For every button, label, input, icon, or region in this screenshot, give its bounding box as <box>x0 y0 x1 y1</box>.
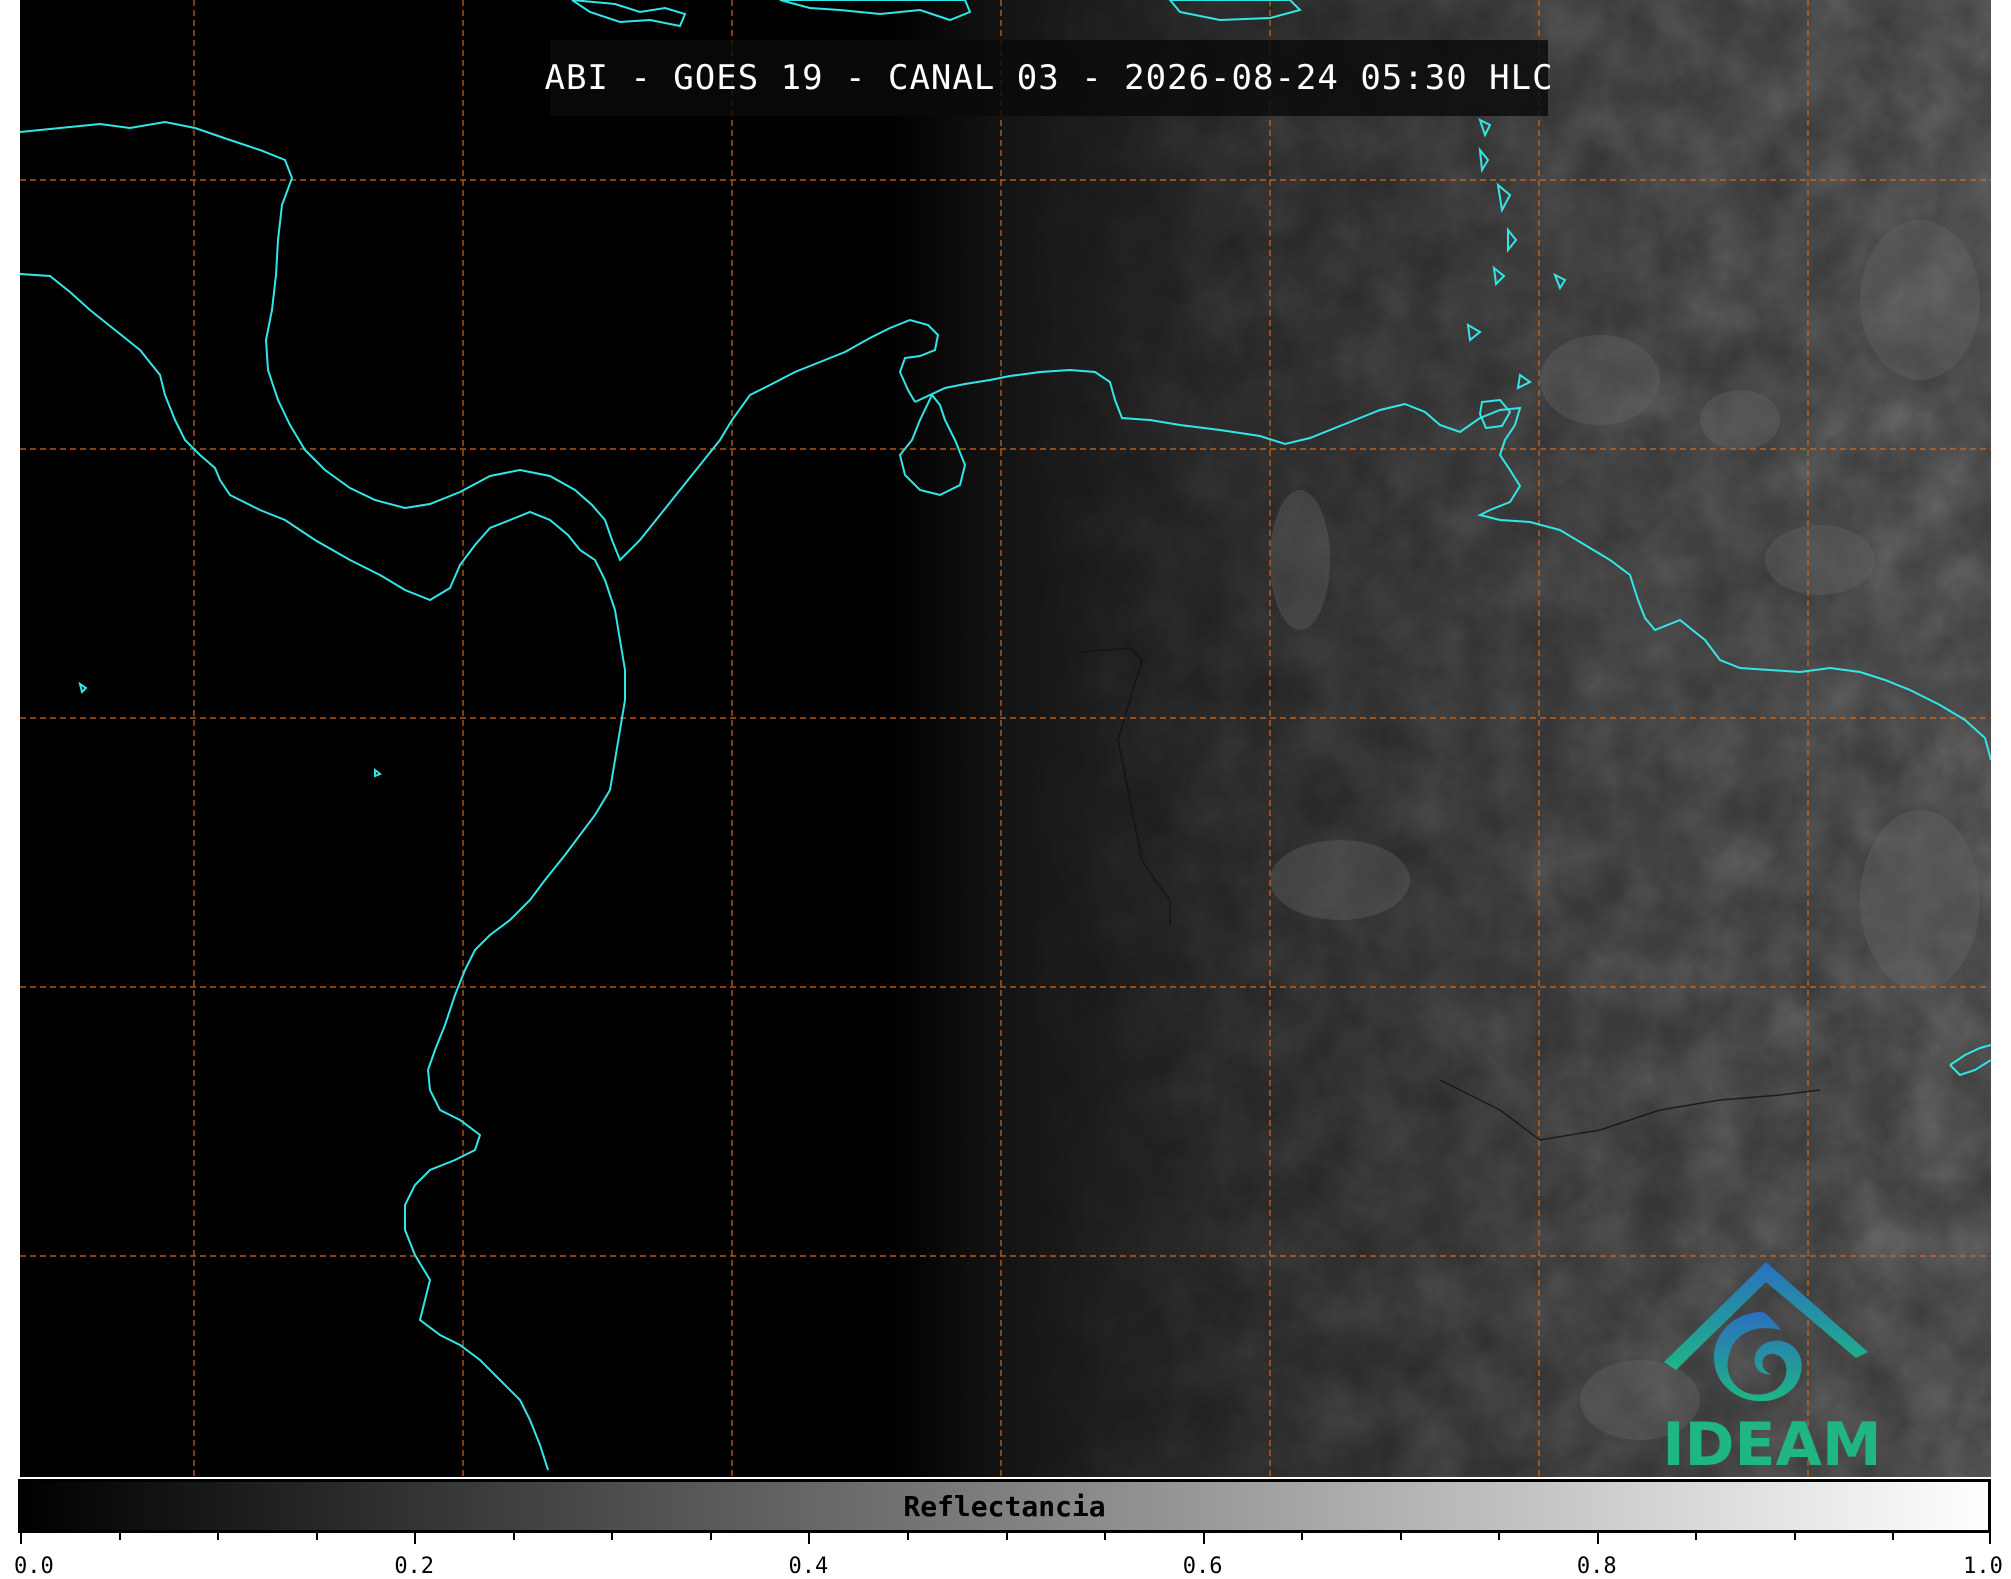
colorbar-ticks: 0.0 0.2 0.4 0.6 0.8 1.0 <box>14 1532 2003 1579</box>
colorbar-minor-tick <box>217 1532 220 1540</box>
colorbar-tick-label: 0.8 <box>1576 1554 1617 1579</box>
colorbar-tick-label: 1.0 <box>1963 1554 2003 1579</box>
colorbar-label: Reflectancia <box>903 1489 1106 1523</box>
colorbar: Reflectancia <box>18 1479 1991 1533</box>
satellite-image-viewer: ABI - GOES 19 - CANAL 03 - 2026-08-24 05… <box>0 0 2011 1579</box>
colorbar-tick-label: 0.4 <box>788 1554 829 1579</box>
colorbar-major-tick <box>1596 1532 1599 1544</box>
satellite-map: ABI - GOES 19 - CANAL 03 - 2026-08-24 05… <box>20 0 1991 1477</box>
colorbar-minor-tick <box>1399 1532 1402 1540</box>
colorbar-minor-tick <box>1301 1532 1304 1540</box>
colorbar-minor-tick <box>906 1532 909 1540</box>
colorbar-minor-tick <box>1104 1532 1107 1540</box>
map-title: ABI - GOES 19 - CANAL 03 - 2026-08-24 05… <box>544 58 1554 98</box>
ideam-logo-text: IDEAM <box>1662 1410 1882 1477</box>
colorbar-minor-tick <box>611 1532 614 1540</box>
colorbar-tick-label: 0.6 <box>1182 1554 1223 1579</box>
colorbar-tick-label: 0.2 <box>394 1554 435 1579</box>
title-panel: ABI - GOES 19 - CANAL 03 - 2026-08-24 05… <box>544 40 1553 116</box>
colorbar-minor-tick <box>1892 1532 1895 1540</box>
colorbar-minor-tick <box>1793 1532 1796 1540</box>
colorbar-minor-tick <box>709 1532 712 1540</box>
colorbar-major-tick <box>808 1532 811 1544</box>
colorbar-major-tick <box>20 1532 22 1544</box>
colorbar-minor-tick <box>1005 1532 1008 1540</box>
colorbar-minor-tick <box>512 1532 515 1540</box>
colorbar-minor-tick <box>1695 1532 1698 1540</box>
colorbar-minor-tick <box>118 1532 121 1540</box>
colorbar-major-tick <box>1202 1532 1205 1544</box>
colorbar-minor-tick <box>315 1532 318 1540</box>
colorbar-minor-tick <box>1498 1532 1501 1540</box>
colorbar-major-tick <box>414 1532 417 1544</box>
colorbar-tick-label: 0.0 <box>14 1554 54 1579</box>
colorbar-major-tick <box>1989 1532 1991 1544</box>
